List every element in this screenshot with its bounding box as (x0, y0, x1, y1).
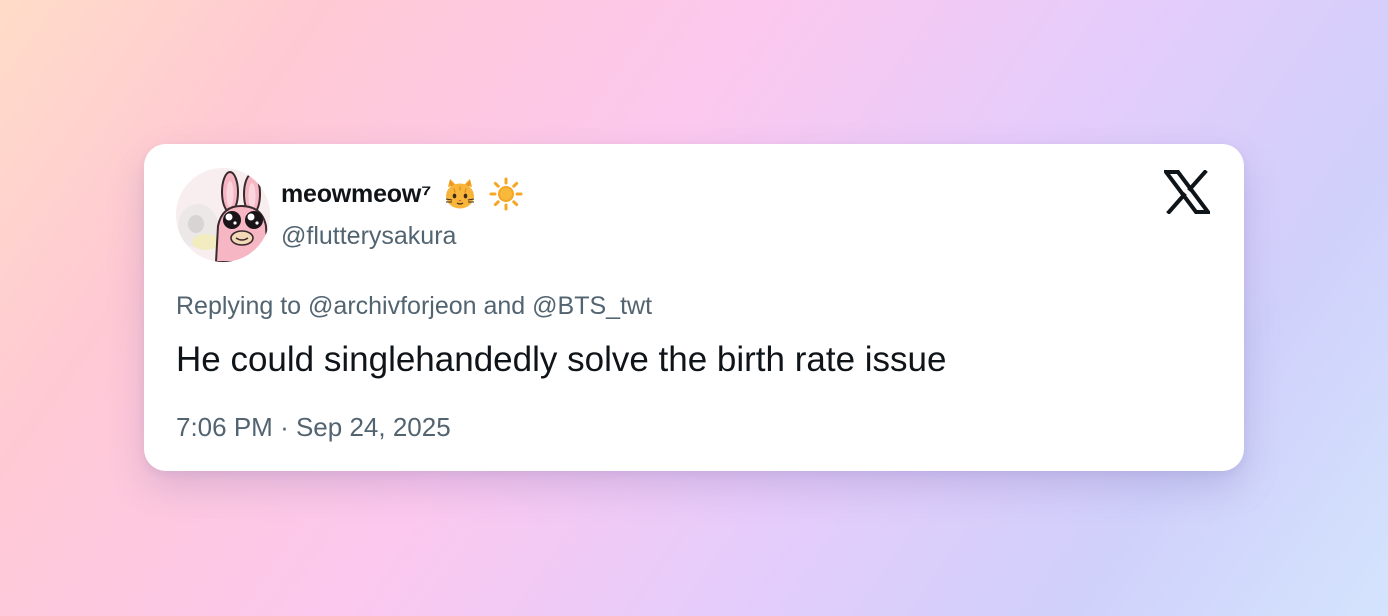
sun-emoji-icon (489, 177, 523, 211)
bunny-avatar-icon (176, 168, 270, 262)
tweet-text: He could singlehandedly solve the birth … (176, 340, 947, 379)
avatar[interactable] (176, 168, 270, 262)
tweet-time: 7:06 PM (176, 412, 273, 442)
reply-context: Replying to @archivforjeon and @BTS_twt (176, 292, 652, 321)
timestamp[interactable]: 7:06 PM · Sep 24, 2025 (176, 412, 451, 443)
display-name[interactable]: meowmeow⁷ (281, 180, 431, 209)
reply-user-link[interactable]: @archivforjeon (308, 292, 477, 320)
reply-joiner: and (483, 292, 526, 320)
x-logo-icon[interactable] (1164, 170, 1210, 214)
tweet-card: meowmeow⁷ @flutterysakura Replying to @a… (144, 144, 1244, 471)
reply-prefix: Replying to (176, 292, 302, 320)
display-name-row: meowmeow⁷ (281, 176, 523, 212)
user-handle[interactable]: @flutterysakura (281, 222, 456, 251)
cat-face-emoji-icon (446, 179, 475, 209)
tweet-date: Sep 24, 2025 (295, 412, 451, 442)
reply-user-link[interactable]: @BTS_twt (532, 292, 652, 320)
timestamp-separator: · (280, 412, 289, 442)
